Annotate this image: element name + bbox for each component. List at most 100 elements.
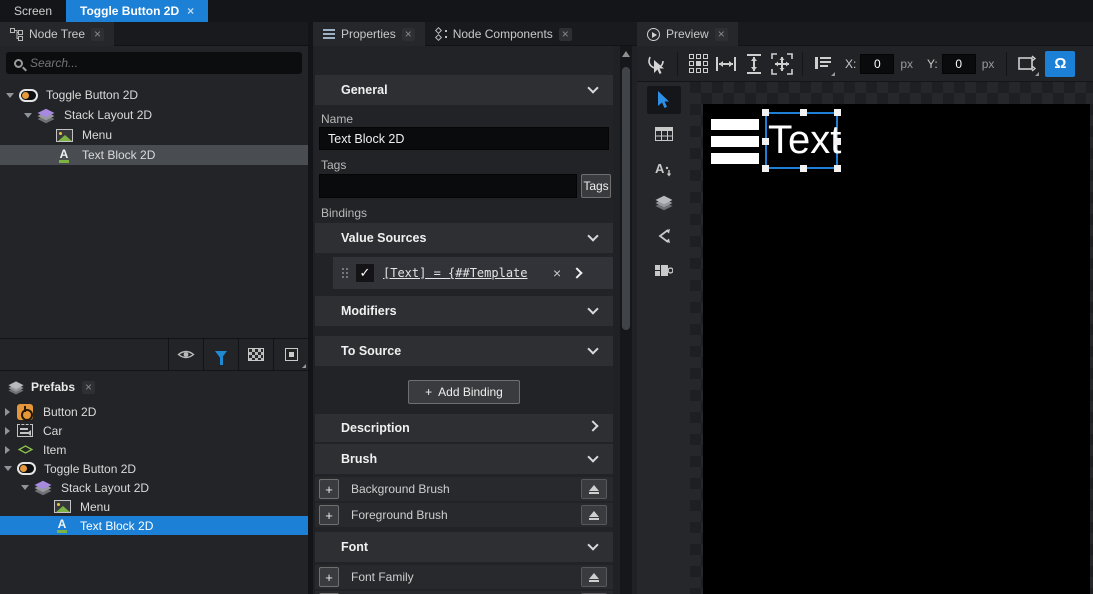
section-title: Font <box>341 540 368 554</box>
alignment-guides-button[interactable] <box>809 50 837 78</box>
interact-tool-button[interactable] <box>643 50 671 78</box>
snap-toggle-button[interactable]: Ω <box>1045 51 1075 77</box>
tree-row-stack-layout-2d[interactable]: Stack Layout 2D <box>0 105 308 125</box>
push-to-prefab-button[interactable] <box>581 505 607 525</box>
fit-screen-button[interactable] <box>768 50 796 78</box>
preview-screen[interactable]: Text <box>703 104 1090 594</box>
scrollbar-thumb[interactable] <box>622 67 630 330</box>
tree-row-text-block-2d[interactable]: A Text Block 2D <box>0 145 308 165</box>
resize-handle[interactable] <box>834 165 841 172</box>
camera-tool-button[interactable] <box>647 256 681 284</box>
tags-button[interactable]: Tags <box>581 174 611 198</box>
expand-caret-icon[interactable] <box>5 446 10 454</box>
layers-tool-button[interactable] <box>647 188 681 216</box>
section-value-sources[interactable]: Value Sources <box>315 223 613 253</box>
name-field[interactable] <box>319 127 609 150</box>
close-icon[interactable]: × <box>559 28 572 41</box>
checker-filter-button[interactable] <box>238 339 273 370</box>
x-coordinate-input[interactable] <box>860 54 894 74</box>
pick-cursor-icon <box>647 53 667 75</box>
add-property-button[interactable]: + <box>319 505 339 525</box>
section-description[interactable]: Description <box>315 414 613 442</box>
text-block-node[interactable]: Text <box>768 112 841 169</box>
filter-button[interactable] <box>203 339 238 370</box>
tab-node-tree[interactable]: Node Tree × <box>0 22 114 46</box>
prefab-row-button-2d[interactable]: Button 2D <box>0 402 308 421</box>
prefab-item-label: Button 2D <box>43 405 96 419</box>
push-to-prefab-button[interactable] <box>581 479 607 499</box>
tab-toggle-button-2d-label: Toggle Button 2D <box>80 4 179 18</box>
drag-handle-icon[interactable] <box>341 267 348 279</box>
fit-height-button[interactable] <box>740 50 768 78</box>
tree-row-menu[interactable]: Menu <box>0 125 308 145</box>
prefab-row-car[interactable]: Car <box>0 421 308 440</box>
section-modifiers[interactable]: Modifiers <box>315 296 613 326</box>
select-tool-button[interactable] <box>647 86 681 114</box>
prefab-row-toggle-button-2d[interactable]: Toggle Button 2D <box>0 459 308 478</box>
resize-handle[interactable] <box>800 165 807 172</box>
tab-toggle-button-2d[interactable]: Toggle Button 2D × <box>66 0 208 22</box>
node-tree-search[interactable] <box>6 52 302 74</box>
connections-tool-button[interactable] <box>647 222 681 250</box>
search-input[interactable] <box>30 56 294 70</box>
tab-preview[interactable]: Preview × <box>637 22 738 46</box>
preview-canvas[interactable]: Text <box>690 82 1093 594</box>
expand-caret-icon[interactable] <box>4 466 12 471</box>
y-coordinate-input[interactable] <box>942 54 976 74</box>
binding-checkbox[interactable]: ✓ <box>356 264 374 282</box>
section-general[interactable]: General <box>315 75 613 105</box>
section-font[interactable]: Font <box>315 532 613 562</box>
visibility-button[interactable] <box>168 339 203 370</box>
scroll-up-arrow-icon[interactable] <box>622 49 630 57</box>
add-property-button[interactable]: + <box>319 567 339 587</box>
expand-caret-icon[interactable] <box>21 485 29 490</box>
properties-scrollbar[interactable] <box>620 46 632 594</box>
close-icon[interactable]: × <box>402 28 415 41</box>
transform-mode-button[interactable] <box>1013 50 1041 78</box>
section-title: Brush <box>341 452 377 466</box>
close-icon[interactable]: × <box>715 28 728 41</box>
binding-row[interactable]: ✓ [Text] = {##Template × <box>333 257 613 289</box>
section-brush[interactable]: Brush <box>315 444 613 474</box>
tab-properties[interactable]: Properties × <box>313 22 425 46</box>
resize-handle[interactable] <box>834 138 841 145</box>
add-binding-button[interactable]: + Add Binding <box>408 380 520 404</box>
tab-screen[interactable]: Screen <box>0 0 66 22</box>
selection-box[interactable]: Text <box>765 112 838 169</box>
tags-field[interactable] <box>319 174 577 198</box>
close-icon[interactable]: × <box>187 4 194 18</box>
menu-image-node[interactable] <box>711 119 759 170</box>
expand-caret-icon[interactable] <box>6 93 14 98</box>
resize-handle[interactable] <box>762 109 769 116</box>
resize-handle[interactable] <box>834 109 841 116</box>
isolate-button[interactable] <box>273 339 308 370</box>
push-to-prefab-button[interactable] <box>581 567 607 587</box>
section-to-source[interactable]: To Source <box>315 336 613 366</box>
fit-width-button[interactable] <box>712 50 740 78</box>
close-icon[interactable]: × <box>82 381 95 394</box>
plus-icon: + <box>325 508 333 523</box>
prefab-row-text-block-2d[interactable]: A Text Block 2D <box>0 516 308 535</box>
binding-expression[interactable]: [Text] = {##Template <box>383 266 551 280</box>
tab-node-components[interactable]: Node Components × <box>425 22 582 46</box>
text-tool-button[interactable]: A <box>647 154 681 182</box>
resize-handle[interactable] <box>800 109 807 116</box>
prefabs-tab[interactable]: Prefabs × <box>0 375 308 399</box>
expand-caret-icon[interactable] <box>5 408 10 416</box>
prefab-row-item[interactable]: Item <box>0 440 308 459</box>
open-binding-button[interactable] <box>573 266 581 280</box>
prefab-row-stack-layout-2d[interactable]: Stack Layout 2D <box>0 478 308 497</box>
close-icon[interactable]: × <box>91 28 104 41</box>
tree-row-toggle-button-2d[interactable]: Toggle Button 2D <box>0 85 308 105</box>
resize-handle[interactable] <box>762 165 769 172</box>
grid-layout-tool-button[interactable] <box>647 120 681 148</box>
grid-icon <box>689 54 708 73</box>
expand-caret-icon[interactable] <box>5 427 10 435</box>
resize-handle[interactable] <box>762 138 769 145</box>
tree-item-label: Text Block 2D <box>82 148 155 162</box>
expand-caret-icon[interactable] <box>24 113 32 118</box>
add-property-button[interactable]: + <box>319 479 339 499</box>
remove-binding-button[interactable]: × <box>553 265 561 281</box>
actual-size-button[interactable] <box>684 50 712 78</box>
prefab-row-menu[interactable]: Menu <box>0 497 308 516</box>
